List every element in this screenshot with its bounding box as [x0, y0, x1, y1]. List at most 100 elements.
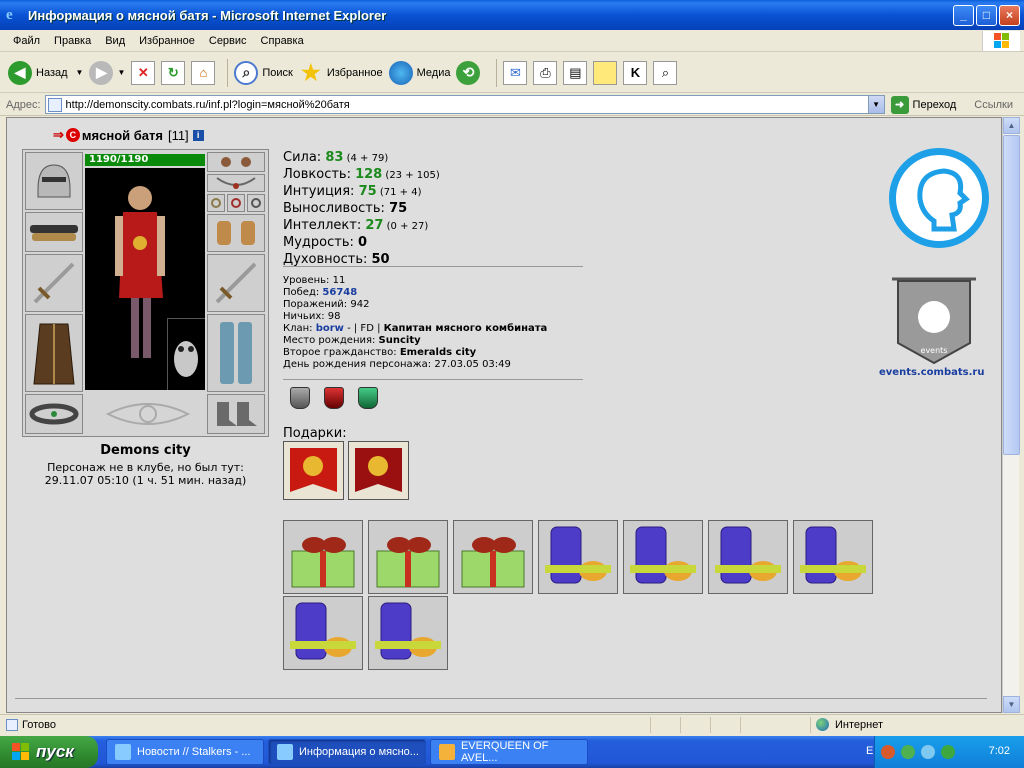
network-icon[interactable]	[921, 745, 935, 759]
birthday-row: День рождения персонажа: 27.03.05 03:49	[283, 359, 511, 370]
badge-shield-icon[interactable]	[324, 387, 344, 409]
safely-remove-icon[interactable]	[941, 745, 955, 759]
taskbar-item-everqueen[interactable]: EVERQUEEN OF AVEL...	[430, 739, 588, 765]
gift-item[interactable]	[453, 520, 533, 594]
gift-item[interactable]	[623, 520, 703, 594]
slot-amulet[interactable]	[207, 174, 265, 192]
menu-edit[interactable]: Правка	[47, 35, 98, 47]
stop-button[interactable]: ✕	[131, 60, 156, 85]
city-name: Demons city	[100, 443, 191, 458]
slot-boots[interactable]	[207, 394, 265, 434]
address-dropdown[interactable]: ▼	[867, 96, 884, 113]
network-icon[interactable]	[901, 745, 915, 759]
close-button[interactable]: ×	[999, 5, 1020, 26]
armor-icon	[33, 323, 75, 385]
character-name: мясной батя	[81, 127, 163, 143]
gift-item[interactable]	[708, 520, 788, 594]
losses-row: Поражений: 942	[283, 299, 370, 310]
search-button[interactable]: ⌕ Поиск	[234, 60, 293, 85]
gift-banner[interactable]	[348, 441, 409, 500]
address-input[interactable]: http://demonscity.combats.ru/inf.pl?logi…	[44, 95, 885, 114]
go-button[interactable]: Переход	[913, 99, 957, 111]
taskbar-item-stalkers[interactable]: Новости // Stalkers - ...	[106, 739, 264, 765]
k-button[interactable]: K	[623, 60, 648, 85]
hp-bar: 1190/1190	[85, 154, 205, 166]
forward-arrow-icon: ▶	[89, 60, 114, 85]
slot-gloves[interactable]	[207, 214, 265, 252]
slot-belt[interactable]	[25, 394, 83, 434]
taskbar-item-info[interactable]: Информация о мясно...	[268, 739, 426, 765]
menu-help[interactable]: Справка	[254, 35, 311, 47]
clan-icon[interactable]: C	[65, 128, 80, 142]
gift-item[interactable]	[283, 596, 363, 670]
back-button[interactable]: ◀ Назад ▼	[8, 60, 83, 85]
city-logo[interactable]	[889, 148, 989, 248]
forward-button[interactable]: ▶ ▼	[89, 60, 125, 85]
menu-view[interactable]: Вид	[98, 35, 132, 47]
events-logo[interactable]: events	[884, 273, 984, 368]
badge-shield-icon[interactable]	[358, 387, 378, 409]
mail-button[interactable]: ✉	[503, 60, 528, 85]
media-button[interactable]: Медиа	[388, 60, 450, 85]
menu-tools[interactable]: Сервис	[202, 35, 254, 47]
badges-row	[290, 387, 378, 409]
scroll-down-icon[interactable]: ▼	[1003, 696, 1020, 713]
vertical-scrollbar[interactable]: ▲ ▼	[1002, 117, 1020, 713]
links-button[interactable]: Ссылки	[974, 99, 1013, 111]
badge-shield-icon[interactable]	[290, 387, 310, 409]
notes-button[interactable]	[593, 60, 618, 85]
slot-legs[interactable]	[207, 314, 265, 392]
history-button[interactable]: ⟲	[456, 60, 484, 85]
gift-item[interactable]	[283, 520, 363, 594]
scroll-up-icon[interactable]: ▲	[1003, 117, 1020, 134]
gifts-label: Подарки:	[283, 426, 347, 441]
maximize-button[interactable]: □	[976, 5, 997, 26]
scroll-thumb[interactable]	[1003, 135, 1020, 455]
gift-banner[interactable]	[283, 441, 344, 500]
print-button[interactable]: ⎙	[533, 60, 558, 85]
start-button[interactable]: пуск	[0, 736, 98, 768]
gift-item[interactable]	[538, 520, 618, 594]
tray-arrow-icon[interactable]	[881, 745, 895, 759]
home-button[interactable]: ⌂	[191, 60, 216, 85]
gift-box-icon	[376, 537, 440, 588]
clan-link[interactable]: borw	[316, 323, 344, 334]
address-bar: Адрес: http://demonscity.combats.ru/inf.…	[0, 94, 1024, 116]
slot-ring-1[interactable]	[207, 194, 225, 212]
page-icon	[6, 718, 18, 731]
earrings-icon	[221, 157, 251, 167]
info-icon[interactable]: i	[192, 129, 204, 141]
status-bar: Готово Интернет	[0, 714, 1024, 734]
gift-can-icon	[630, 526, 696, 584]
go-arrow-icon[interactable]: ➜	[890, 95, 909, 114]
slot-weapon-left[interactable]	[25, 254, 83, 312]
gift-item[interactable]	[368, 596, 448, 670]
gift-item[interactable]	[368, 520, 448, 594]
character-details: Уровень: 11 Побед: 56748 Поражений: 942 …	[283, 275, 547, 371]
edit-button[interactable]: ▤	[563, 60, 588, 85]
gift-item[interactable]	[793, 520, 873, 594]
refresh-button[interactable]: ↻	[161, 60, 186, 85]
pet-slot[interactable]	[167, 318, 205, 390]
slot-earrings[interactable]	[207, 152, 265, 172]
minimize-button[interactable]: _	[953, 5, 974, 26]
slot-armor[interactable]	[25, 314, 83, 392]
menu-favorites[interactable]: Избранное	[132, 35, 202, 47]
ring-icon	[251, 198, 261, 208]
character-level: [11]	[167, 127, 189, 143]
menu-file[interactable]: Файл	[6, 35, 47, 47]
slot-weapon-right[interactable]	[207, 254, 265, 312]
slot-ring-2[interactable]	[227, 194, 245, 212]
gift-box-icon	[461, 537, 525, 588]
slot-helmet[interactable]	[25, 152, 83, 210]
research-button[interactable]: ⌕	[653, 60, 678, 85]
slot-bracers[interactable]	[25, 212, 83, 252]
menu-bar: Файл Правка Вид Избранное Сервис Справка	[0, 30, 1024, 52]
emblem-logo	[93, 394, 203, 434]
favorites-button[interactable]: ★ Избранное	[299, 60, 383, 85]
address-url: http://demonscity.combats.ru/inf.pl?logi…	[65, 98, 350, 111]
research-icon: ⌕	[661, 64, 670, 80]
stat-value: 83	[325, 150, 344, 165]
slot-ring-3[interactable]	[247, 194, 265, 212]
events-link[interactable]: events.combats.ru	[879, 367, 984, 378]
